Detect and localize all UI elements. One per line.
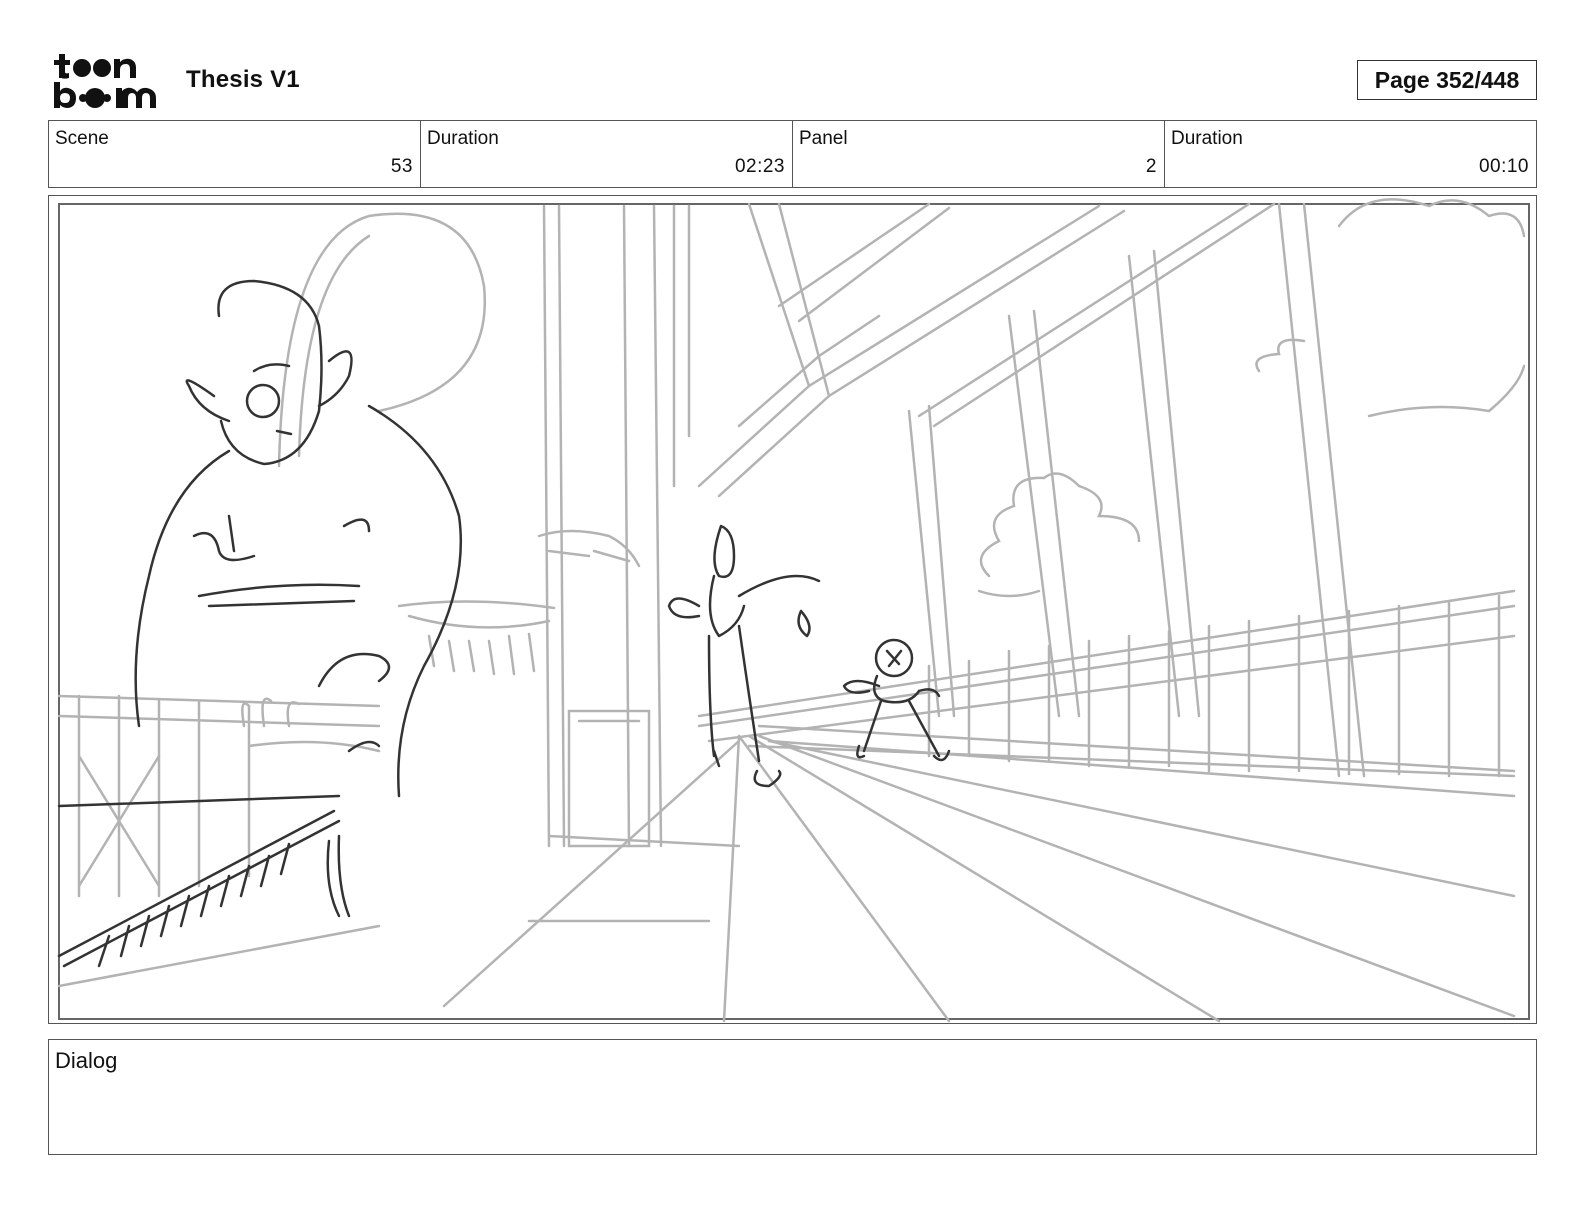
staff: [57, 809, 336, 958]
dialog-label: Dialog: [55, 1048, 118, 1073]
big-character-body: [134, 449, 231, 728]
scene-duration-value: 02:23: [734, 156, 785, 177]
scene-cell: Scene 53: [49, 121, 421, 187]
background-layout-sketch: [57, 198, 1526, 1023]
dialog-box: Dialog: [48, 1039, 1537, 1155]
panel-duration-cell: Duration 00:10: [1165, 121, 1536, 187]
document-title: Thesis V1: [186, 66, 300, 93]
page-indicator-text: Page 352/448: [1374, 66, 1520, 93]
panel-cell: Panel 2: [793, 121, 1165, 187]
panel-duration-value: 00:10: [1478, 156, 1529, 177]
panel-sketch: [57, 198, 1530, 1023]
storyboard-panel: [48, 195, 1537, 1024]
scene-label: Scene: [55, 128, 109, 149]
scene-duration-label: Duration: [427, 128, 499, 149]
scene-duration-cell: Duration 02:23: [421, 121, 793, 187]
panel-label: Panel: [799, 128, 848, 149]
panel-duration-label: Duration: [1171, 128, 1243, 149]
safe-frame: [58, 203, 1530, 1020]
page-indicator: Page 352/448: [1357, 60, 1537, 100]
toonboom-logo: [54, 54, 156, 108]
panel-value: 2: [1145, 156, 1157, 177]
middle-character: [713, 524, 736, 579]
scene-info-row: Scene 53 Duration 02:23 Panel 2 Duration…: [48, 120, 1537, 188]
character-sketch: [57, 279, 951, 968]
scene-value: 53: [390, 156, 413, 177]
